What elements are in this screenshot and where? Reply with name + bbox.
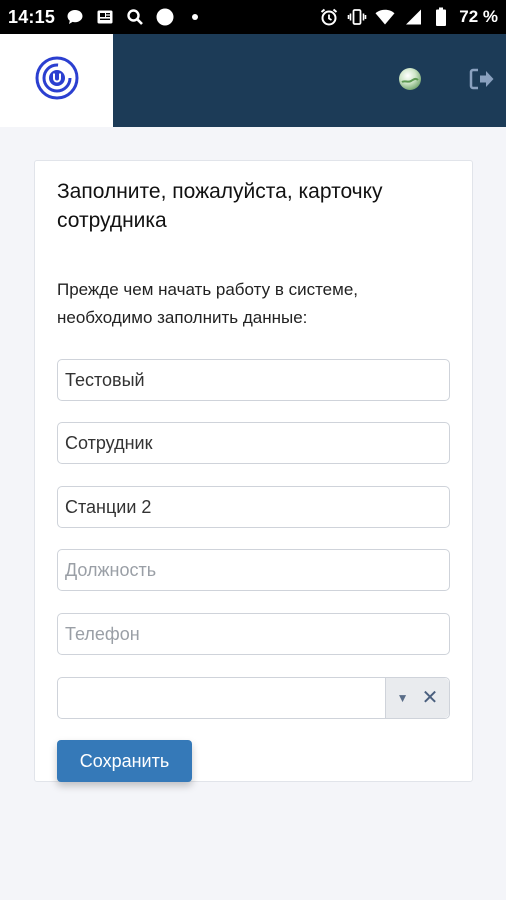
employee-card: Заполните, пожалуйста, карточку сотрудни… xyxy=(34,160,473,782)
select-controls: ▼ ✕ xyxy=(385,678,449,718)
caret-down-icon[interactable]: ▼ xyxy=(397,691,409,705)
phone-input[interactable] xyxy=(57,613,450,655)
position-input[interactable] xyxy=(57,549,450,591)
first-name-input[interactable] xyxy=(57,359,450,401)
card-title: Заполните, пожалуйста, карточку сотрудни… xyxy=(57,180,383,232)
search-icon xyxy=(125,7,145,27)
status-time: 14:15 xyxy=(8,6,56,27)
brand-logo-icon xyxy=(34,55,80,106)
status-right: 72 % xyxy=(319,7,498,27)
app-header xyxy=(0,34,506,127)
station-input[interactable] xyxy=(57,486,450,528)
status-bar: 14:15 72 % xyxy=(0,0,506,34)
select-field[interactable]: ▼ ✕ xyxy=(57,677,450,719)
circle-notification-icon xyxy=(155,7,175,27)
logo-container[interactable] xyxy=(0,34,113,127)
globe-icon[interactable] xyxy=(398,67,422,91)
vibrate-icon xyxy=(347,7,367,27)
status-left: 14:15 xyxy=(8,7,205,28)
battery-icon xyxy=(431,7,451,27)
logout-icon[interactable] xyxy=(469,67,495,91)
more-notifications-dot-icon xyxy=(185,7,205,27)
wifi-icon xyxy=(375,7,395,27)
alarm-icon xyxy=(319,7,339,27)
clear-icon[interactable]: ✕ xyxy=(422,688,439,708)
news-icon xyxy=(95,7,115,27)
chat-icon xyxy=(65,7,85,27)
save-button[interactable]: Сохранить xyxy=(57,740,192,782)
battery-percent: 72 % xyxy=(459,7,498,26)
last-name-input[interactable] xyxy=(57,422,450,464)
card-description: Прежде чем начать работу в системе, необ… xyxy=(57,280,358,327)
cell-signal-icon xyxy=(403,7,423,27)
